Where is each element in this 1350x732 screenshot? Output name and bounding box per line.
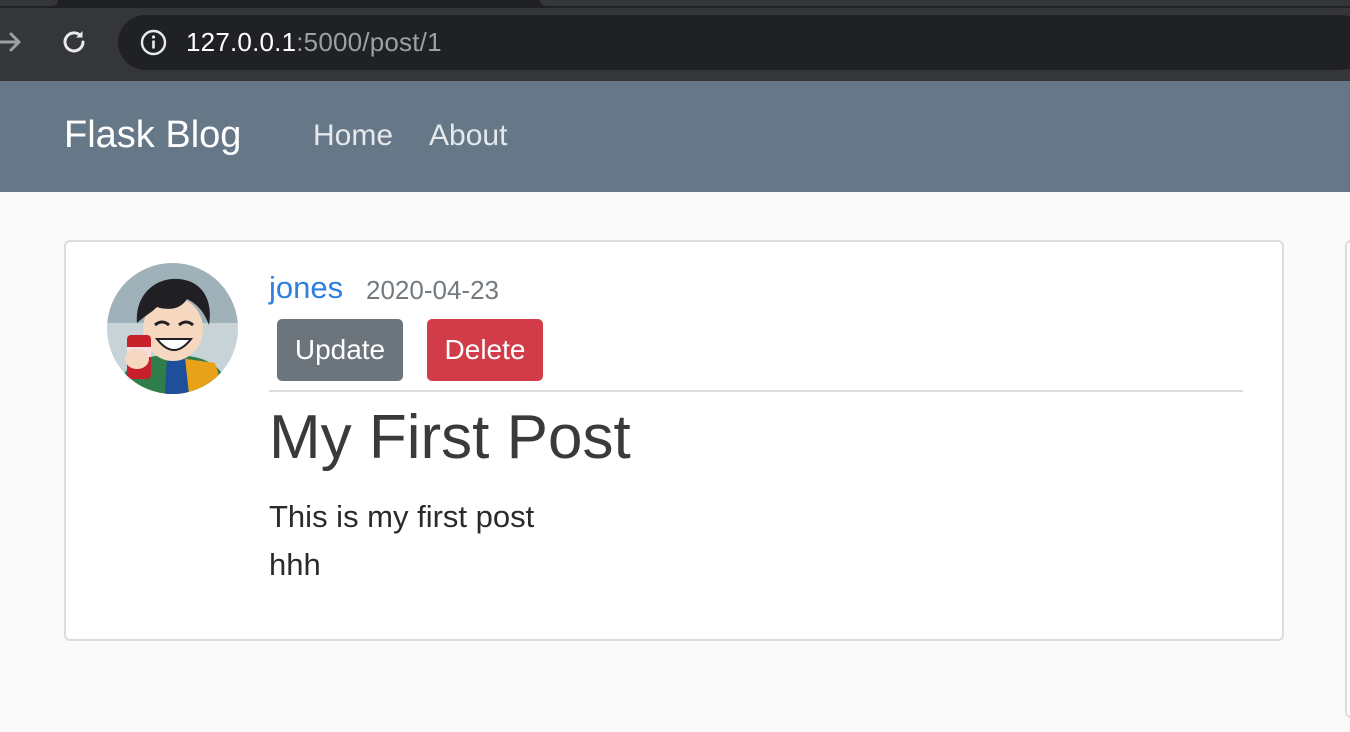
- avatar-image: [107, 263, 238, 394]
- url-text[interactable]: 127.0.0.1:5000/post/1: [186, 27, 442, 58]
- update-button[interactable]: Update: [277, 319, 403, 381]
- reload-icon: [63, 31, 85, 53]
- url-path: :5000/post/1: [296, 27, 442, 57]
- sidebar-card: [1345, 240, 1350, 718]
- post-date: 2020-04-23: [366, 275, 499, 305]
- post-card: jones 2020-04-23 Update Delete My First …: [64, 240, 1284, 641]
- post-content-line: This is my first post: [269, 499, 535, 534]
- nav-link-home[interactable]: Home: [313, 119, 393, 153]
- post-content-line: hhh: [269, 547, 321, 582]
- forward-button[interactable]: [0, 24, 28, 60]
- brand-link[interactable]: Flask Blog: [64, 114, 241, 157]
- tab-strip: [0, 0, 1350, 8]
- browser-tab[interactable]: [0, 0, 58, 6]
- url-host: 127.0.0.1: [186, 27, 297, 57]
- address-bar[interactable]: 127.0.0.1:5000/post/1: [118, 15, 1350, 70]
- nav-link-about[interactable]: About: [429, 119, 507, 153]
- site-navbar: Flask Blog Home About: [0, 81, 1350, 192]
- avatar: [107, 263, 238, 394]
- post-title: My First Post: [269, 403, 631, 472]
- reload-button[interactable]: [56, 24, 92, 60]
- metadata-divider: [269, 390, 1243, 392]
- delete-button[interactable]: Delete: [427, 319, 543, 381]
- browser-toolbar: 127.0.0.1:5000/post/1: [0, 0, 1350, 81]
- info-icon[interactable]: [140, 29, 167, 56]
- forward-icon: [0, 32, 21, 52]
- post-author-link[interactable]: jones: [269, 270, 343, 306]
- browser-tab[interactable]: [540, 0, 1350, 6]
